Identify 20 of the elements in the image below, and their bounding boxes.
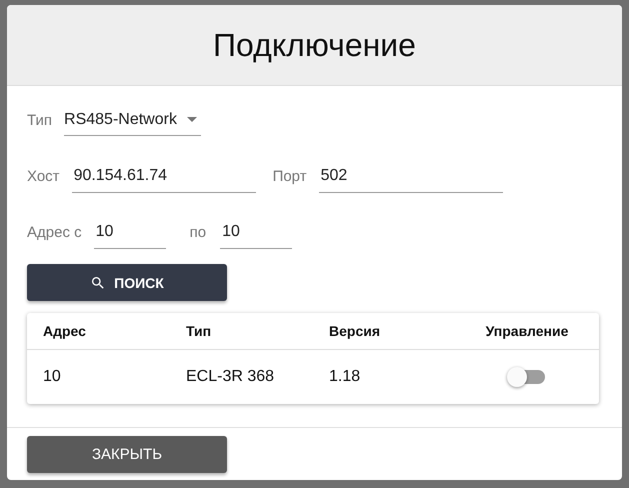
close-button[interactable]: ЗАКРЫТЬ <box>27 436 227 473</box>
address-to-label: по <box>190 224 206 240</box>
host-field[interactable]: 90.154.61.74 <box>72 160 256 192</box>
port-field[interactable]: 502 <box>318 160 503 192</box>
table-cell-text: 10 <box>43 368 62 386</box>
column-header: Тип <box>186 323 212 339</box>
address-from-label: Адрес с <box>27 224 82 240</box>
type-label: Тип <box>27 112 52 128</box>
type-select[interactable]: RS485-Network <box>64 104 201 136</box>
host-label: Хост <box>27 168 60 184</box>
address-to-field[interactable]: 10 <box>220 216 292 248</box>
table-cell-text: 1.18 <box>329 368 362 386</box>
search-button[interactable]: ПОИСК <box>27 264 227 301</box>
table-cell-text: ECL-3R 368 <box>186 368 276 386</box>
address-from-field[interactable]: 10 <box>94 216 166 248</box>
column-header: Адрес <box>43 323 87 339</box>
column-header: Управление <box>484 323 570 339</box>
port-label: Порт <box>272 168 307 184</box>
column-header: Версия <box>329 323 382 339</box>
dialog-title: Подключение <box>213 26 416 64</box>
